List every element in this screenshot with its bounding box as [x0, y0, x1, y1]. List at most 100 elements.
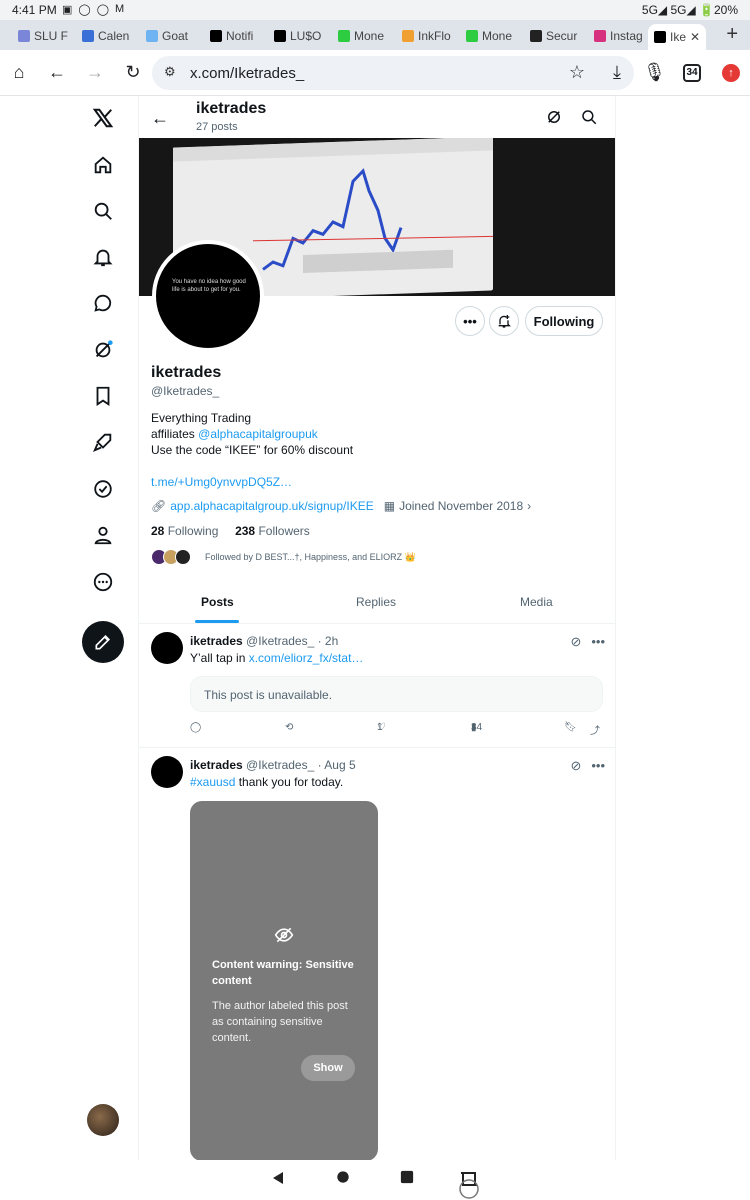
content-warning-desc: The author labeled this post as containi… [212, 1000, 348, 1044]
browser-tab[interactable]: Ike ✕ [648, 24, 706, 50]
reply-icon[interactable]: ◯ [190, 722, 201, 733]
rocket-icon[interactable] [91, 430, 115, 454]
address-bar[interactable]: ⚙ x.com/Iketrades_ [152, 56, 634, 90]
grok-icon[interactable] [545, 108, 563, 126]
tab-favicon-icon [530, 30, 542, 42]
tweet-avatar[interactable] [151, 632, 183, 664]
browser-tab[interactable]: InkFlo [396, 24, 454, 48]
microphone-icon[interactable]: 🎙 [643, 62, 666, 83]
grok-icon[interactable]: ⊘ [570, 758, 581, 774]
grok-icon[interactable] [91, 338, 115, 362]
bookmark-star-icon[interactable]: ☆ [566, 62, 588, 83]
content-warning-title: Content warning: Sensitive content [212, 959, 354, 987]
tab-count-button[interactable]: 34 [683, 64, 701, 82]
retweet-icon[interactable]: ⟲ [285, 722, 293, 733]
profile-picture[interactable]: You have no idea how good life is about … [152, 240, 264, 352]
show-button[interactable]: Show [301, 1055, 355, 1081]
bookmark-icon[interactable]: 🔖︎ [564, 722, 577, 733]
browser-toolbar: ⌂ ← → ↻ ⚙ x.com/Iketrades_ ☆ ⤓ 🎙 34 ↑ [0, 50, 750, 96]
home-icon[interactable] [91, 153, 115, 177]
image-icon: ▣ [62, 4, 73, 16]
sensitive-media[interactable]: Content warning: Sensitive content The a… [190, 801, 378, 1160]
affiliate-mention-link[interactable]: @alphacapitalgroupuk [198, 427, 318, 441]
telegram-link[interactable]: t.me/+Umg0ynvvpDQ5Z… [151, 474, 353, 490]
tweet-author[interactable]: iketrades [190, 634, 243, 648]
profile-icon[interactable] [91, 523, 115, 547]
home-icon[interactable]: ⌂ [8, 62, 30, 83]
notification-icons: ▣ ◯ ◯ M [62, 3, 124, 16]
tweet-author[interactable]: iketrades [190, 758, 243, 772]
browser-tab[interactable]: Instag [588, 24, 644, 48]
tab-label: Mone [354, 29, 385, 43]
nav-recents-icon[interactable] [400, 1170, 414, 1184]
x-logo-icon[interactable] [91, 106, 115, 130]
back-arrow-icon[interactable]: ← [151, 108, 169, 129]
url-text[interactable]: x.com/Iketrades_ [190, 65, 304, 82]
more-icon[interactable]: ••• [591, 758, 605, 774]
nav-back-icon[interactable] [270, 1170, 286, 1186]
more-circle-icon[interactable] [91, 570, 115, 594]
tweet-text: #xauusd thank you for today. [190, 775, 344, 789]
site-settings-icon[interactable]: ⚙ [164, 64, 176, 80]
tweet-handle-time: @Iketrades_ · Aug 5 [246, 758, 356, 772]
followed-by[interactable]: Followed by D BEST...†, Happiness, and E… [151, 549, 416, 565]
following-count-link[interactable]: 28 Following [151, 524, 218, 538]
verified-icon[interactable] [91, 477, 115, 501]
chevron-right-icon[interactable]: › [527, 499, 531, 513]
tweet[interactable]: iketrades @Iketrades_ · Aug 5 ⊘ ••• #xau… [139, 748, 615, 1160]
account-avatar[interactable] [87, 1104, 119, 1136]
back-arrow-icon[interactable]: ← [46, 62, 68, 83]
browser-tab[interactable]: Goat [140, 24, 198, 48]
grok-icon[interactable]: ⊘ [570, 634, 581, 650]
reload-icon[interactable]: ↻ [122, 62, 144, 83]
tab-posts[interactable]: Posts [201, 595, 234, 609]
notifications-bell-icon[interactable] [91, 245, 115, 269]
calendar-icon: ▦ [383, 499, 396, 513]
browser-tab[interactable]: SLU F [12, 24, 70, 48]
tweet-text: Y’all tap in x.com/eliorz_fx/stat… [190, 651, 364, 665]
post-count: 27 posts [196, 121, 238, 133]
search-icon[interactable] [91, 199, 115, 223]
tab-favicon-icon [402, 30, 414, 42]
tab-favicon-icon [210, 30, 222, 42]
gmail-icon: M [115, 3, 125, 15]
tab-media[interactable]: Media [520, 595, 553, 609]
browser-tab[interactable]: Secur [524, 24, 582, 48]
search-icon[interactable] [580, 108, 598, 126]
followers-count-link[interactable]: 238 Followers [235, 524, 310, 538]
download-icon[interactable]: ⤓ [606, 62, 628, 83]
browser-tab[interactable]: Mone [332, 24, 390, 48]
tweet[interactable]: iketrades @Iketrades_ · 2h ⊘ ••• Y’all t… [139, 624, 615, 748]
nav-home-icon[interactable] [336, 1170, 350, 1184]
more-icon[interactable]: ••• [591, 634, 605, 650]
more-options-button[interactable]: ••• [455, 306, 485, 336]
hashtag-link[interactable]: #xauusd [190, 775, 235, 789]
browser-tab[interactable]: Notifi [204, 24, 262, 48]
new-tab-button[interactable]: + [726, 23, 738, 46]
tab-label: InkFlo [418, 29, 451, 43]
share-icon[interactable]: ⤴ [590, 722, 600, 737]
tweet-tools: ⊘ ••• [570, 634, 605, 650]
notifications-subscribe-button[interactable] [489, 306, 519, 336]
bookmarks-icon[interactable] [91, 384, 115, 408]
tweet-avatar[interactable] [151, 756, 183, 788]
browser-tab[interactable]: Mone [460, 24, 518, 48]
tweet-tools: ⊘ ••• [570, 758, 605, 774]
compose-post-button[interactable] [82, 621, 124, 663]
close-tab-icon[interactable]: ✕ [690, 30, 700, 44]
tweet-actions: ◯ ⟲ ♡ 1 ▮ 34 🔖︎ ⤴ [190, 722, 603, 738]
link-icon: 🔗︎ [151, 499, 167, 513]
floating-circle-icon[interactable] [458, 1178, 480, 1200]
forward-arrow-icon[interactable]: → [84, 62, 106, 83]
tweet-link[interactable]: x.com/eliorz_fx/stat… [249, 651, 364, 665]
browser-tab[interactable]: Calen [76, 24, 134, 48]
chat-icon[interactable] [91, 291, 115, 315]
update-icon[interactable]: ↑ [722, 64, 740, 82]
tab-favicon-icon [82, 30, 94, 42]
tab-replies[interactable]: Replies [356, 595, 396, 609]
website-item[interactable]: 🔗︎ app.alphacapitalgroup.uk/signup/IKEE [151, 499, 374, 513]
following-button[interactable]: Following [525, 306, 603, 336]
website-link[interactable]: app.alphacapitalgroup.uk/signup/IKEE [170, 499, 373, 513]
tweet-header: iketrades @Iketrades_ · 2h [190, 634, 338, 648]
browser-tab[interactable]: LU$O [268, 24, 326, 48]
